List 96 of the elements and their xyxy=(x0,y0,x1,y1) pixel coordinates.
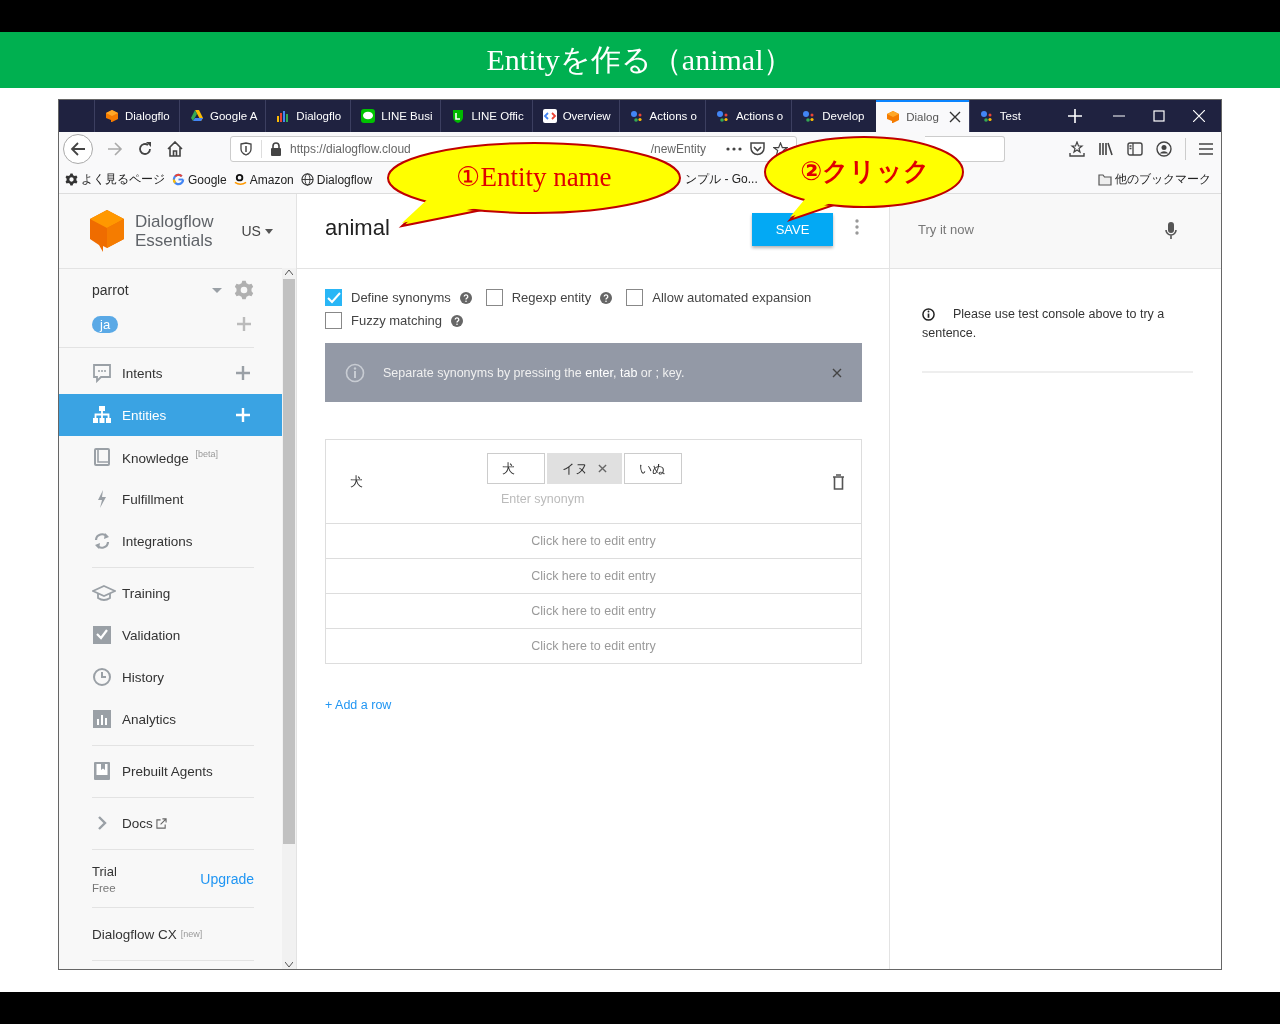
callout-text: ①Entity name xyxy=(456,161,612,194)
dots-icon xyxy=(802,109,817,123)
ring-icon xyxy=(172,173,185,186)
test-input[interactable]: Try it now xyxy=(918,221,1165,241)
home-icon[interactable] xyxy=(167,141,183,157)
scroll-down-icon xyxy=(285,962,294,967)
dots-icon xyxy=(629,109,644,123)
shield-icon xyxy=(239,142,253,156)
pocket-icon[interactable] xyxy=(750,142,765,156)
bookmark-book-icon xyxy=(92,761,112,781)
caret-icon xyxy=(264,228,273,234)
clock-icon xyxy=(92,667,112,687)
synonym-chip[interactable]: イヌ xyxy=(547,453,622,484)
option-label: Define synonyms xyxy=(351,290,451,305)
checkbox[interactable] xyxy=(485,289,503,306)
callout-text: ②クリック xyxy=(800,155,930,187)
nav-item[interactable]: Intents xyxy=(59,352,283,394)
new-tab-icon[interactable] xyxy=(1067,109,1082,123)
account-icon[interactable] xyxy=(1156,141,1172,157)
plan-name: Trial xyxy=(92,863,117,879)
entry-value[interactable]: 犬 xyxy=(350,472,487,491)
hierarchy-icon xyxy=(92,405,112,425)
library-icon[interactable] xyxy=(1098,141,1114,157)
book-icon xyxy=(92,447,112,467)
agent-name[interactable]: parrot xyxy=(92,282,129,298)
nav-item[interactable]: Prebuilt Agents xyxy=(59,750,283,792)
checkmark-icon xyxy=(326,291,341,304)
nav-item[interactable]: Knowledge $^{[beta]}$ xyxy=(59,436,283,478)
synonym-input[interactable]: Enter synonym xyxy=(487,492,621,506)
browser-tab[interactable]: Dialog xyxy=(876,100,969,132)
folder-icon xyxy=(1098,173,1112,186)
synonym-chip[interactable]: 犬 xyxy=(487,453,545,484)
checkbox-icon xyxy=(92,625,112,645)
checkbox[interactable] xyxy=(626,289,644,306)
brand-name: Dialogflow xyxy=(135,212,214,231)
lock-icon xyxy=(270,142,282,156)
dots-icon xyxy=(979,109,994,123)
info-icon xyxy=(345,362,365,383)
nav-item[interactable]: Docs xyxy=(59,802,283,844)
banner-text: Separate synonyms by pressing the enter, tab or ; key. xyxy=(383,365,685,380)
bookmark[interactable]: Dialogflow xyxy=(300,172,373,187)
microphone-icon[interactable] xyxy=(1165,222,1177,240)
nav-item[interactable]: Integrations xyxy=(59,520,283,562)
smile-icon xyxy=(233,173,247,186)
delete-icon[interactable] xyxy=(832,473,845,490)
maximize-icon[interactable] xyxy=(1153,110,1165,122)
brand-subtitle: Essentials xyxy=(135,231,214,250)
nav-item[interactable]: Analytics xyxy=(59,698,283,740)
option-label: Allow automated expansion xyxy=(652,290,812,305)
bookmark-folder[interactable]: 他のブックマーク xyxy=(1098,171,1211,188)
reload-icon[interactable] xyxy=(137,141,153,157)
bar-chart-icon xyxy=(92,709,112,729)
dots-icon xyxy=(715,109,730,123)
triangle-icon xyxy=(190,109,204,123)
region-dropdown[interactable]: US xyxy=(241,223,273,239)
bars-icon xyxy=(276,109,291,123)
back-arrow-icon xyxy=(70,141,86,157)
more-icon[interactable] xyxy=(726,147,742,151)
checkbox[interactable] xyxy=(325,289,342,306)
option-label: Fuzzy matching xyxy=(351,313,443,328)
star-tray-icon[interactable] xyxy=(1069,141,1085,157)
scroll-up-icon xyxy=(285,270,294,275)
menu-icon[interactable] xyxy=(1199,143,1213,155)
back-button[interactable] xyxy=(63,134,93,164)
nav-item[interactable]: History xyxy=(59,656,283,698)
bookmark[interactable]: よく見るページ xyxy=(65,171,165,188)
cube-icon xyxy=(105,109,119,123)
nav-item[interactable]: Fulfillment xyxy=(59,478,283,520)
slide-title: Entityを作る（animal） xyxy=(486,41,794,78)
globe-icon xyxy=(300,173,314,186)
checkbox[interactable] xyxy=(325,312,342,329)
scrollbar[interactable] xyxy=(282,268,296,969)
more-vert-icon[interactable] xyxy=(855,219,859,235)
entity-name[interactable]: animal xyxy=(325,215,390,247)
close-icon[interactable] xyxy=(948,111,961,123)
cube-logo-icon xyxy=(89,209,125,253)
bookmark[interactable]: ンプル - Go... xyxy=(685,171,758,188)
bookmark[interactable]: Amazon xyxy=(233,172,294,187)
graduation-cap-icon xyxy=(92,583,116,603)
option-label: Regexp entity xyxy=(511,290,592,305)
speech-bubble-icon xyxy=(92,363,112,383)
nav-item[interactable]: Validation xyxy=(59,614,283,656)
gear-icon xyxy=(65,173,78,186)
sync-icon xyxy=(92,531,112,551)
info-message: Please use test console above to try a sentence. xyxy=(922,306,1166,342)
chat-icon xyxy=(361,109,376,123)
plan-detail: Free xyxy=(92,881,117,894)
remove-icon[interactable] xyxy=(598,464,607,473)
shield-icon xyxy=(451,109,466,123)
code-icon xyxy=(542,109,557,123)
info-icon xyxy=(922,308,935,321)
synonym-chip[interactable]: いぬ xyxy=(624,453,682,484)
cube-icon xyxy=(886,110,901,124)
nav-item[interactable]: Training xyxy=(59,572,283,614)
bookmark[interactable]: Google xyxy=(172,172,227,187)
sidebar-icon[interactable] xyxy=(1127,141,1143,157)
